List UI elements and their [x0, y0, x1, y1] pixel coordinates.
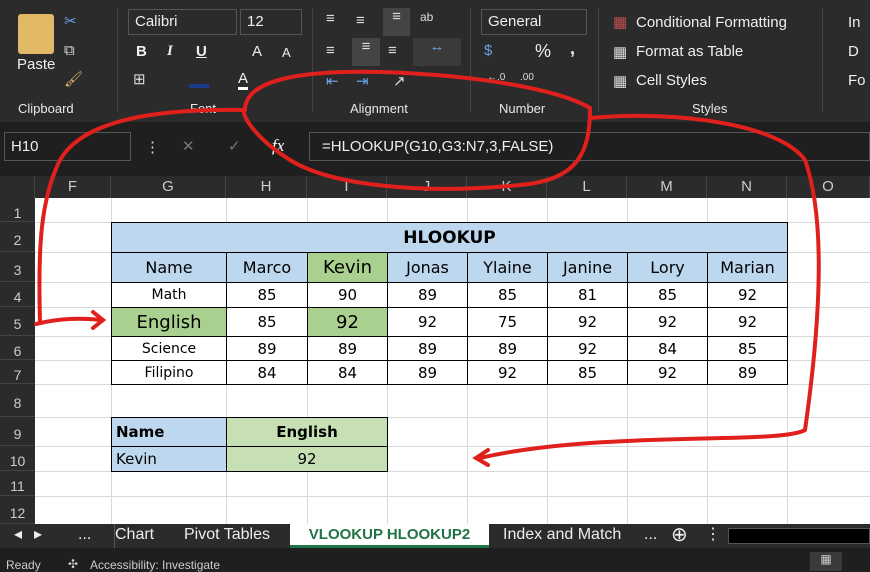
- more-sheets-right[interactable]: ...: [644, 524, 657, 548]
- annotation-stroke: [34, 316, 102, 326]
- add-sheet-icon[interactable]: ⊕: [671, 524, 688, 548]
- prev-sheet-button[interactable]: ◂: [14, 524, 22, 548]
- accessibility-icon: ✣: [68, 557, 79, 571]
- annotation-stroke: [478, 113, 821, 460]
- tab-chart[interactable]: Chart: [114, 524, 154, 548]
- status-ready: Ready: [6, 558, 41, 572]
- normal-view-icon[interactable]: ▦: [810, 552, 842, 571]
- annotation-stroke: [241, 69, 593, 191]
- more-sheets-left[interactable]: ...: [78, 524, 91, 548]
- horizontal-scrollbar[interactable]: [728, 528, 870, 544]
- tab-vlookup-hlookup2[interactable]: VLOOKUP HLOOKUP2: [290, 524, 489, 548]
- tab-split-handle[interactable]: ⋮: [705, 524, 721, 548]
- tab-index-and-match[interactable]: Index and Match: [503, 524, 621, 548]
- sheet-tab-bar: ◂ ▸ ... Chart Pivot Tables VLOOKUP HLOOK…: [0, 524, 870, 548]
- next-sheet-button[interactable]: ▸: [34, 524, 42, 548]
- status-bar: Ready ✣ Accessibility: Investigate ▦: [0, 548, 870, 572]
- annotation-stroke: [37, 107, 247, 325]
- red-annotation-drawing: [34, 69, 821, 467]
- accessibility-status[interactable]: Accessibility: Investigate: [90, 558, 220, 572]
- tab-pivot-tables[interactable]: Pivot Tables: [184, 524, 270, 548]
